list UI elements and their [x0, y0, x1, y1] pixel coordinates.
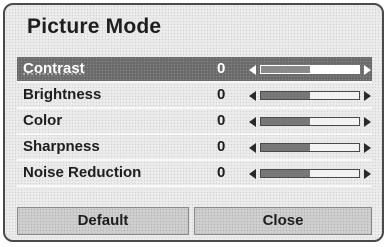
dialog-title: Picture Mode [27, 15, 162, 38]
arrow-right-icon[interactable] [364, 143, 371, 153]
button-bar: Default Close [17, 207, 372, 235]
setting-label: Contrast [23, 60, 85, 77]
arrow-right-icon[interactable] [364, 65, 371, 75]
arrow-left-icon[interactable] [249, 143, 256, 153]
level-slider[interactable] [260, 117, 360, 126]
arrow-left-icon[interactable] [249, 65, 256, 75]
setting-row-color[interactable]: Color 0 [17, 109, 372, 135]
level-slider[interactable] [260, 169, 360, 178]
setting-row-brightness[interactable]: Brightness 0 [17, 83, 372, 109]
level-fill [261, 118, 310, 125]
setting-row-sharpness[interactable]: Sharpness 0 [17, 135, 372, 161]
setting-value: 0 [217, 60, 226, 77]
level-fill [261, 66, 310, 73]
arrow-right-icon[interactable] [364, 117, 371, 127]
arrow-right-icon[interactable] [364, 91, 371, 101]
setting-label: Sharpness [23, 138, 100, 155]
level-fill [261, 92, 310, 99]
arrow-right-icon[interactable] [364, 169, 371, 179]
arrow-left-icon[interactable] [249, 91, 256, 101]
setting-row-contrast[interactable]: Contrast 0 [17, 57, 372, 83]
setting-label: Noise Reduction [23, 164, 142, 181]
default-button[interactable]: Default [17, 207, 189, 235]
setting-value: 0 [217, 112, 226, 129]
picture-mode-dialog: Picture Mode Contrast 0 Brightness 0 Col… [3, 3, 384, 242]
arrow-left-icon[interactable] [249, 117, 256, 127]
level-slider[interactable] [260, 91, 360, 100]
setting-value: 0 [217, 164, 226, 181]
level-slider[interactable] [260, 65, 360, 74]
setting-label: Color [23, 112, 63, 129]
arrow-left-icon[interactable] [249, 169, 256, 179]
level-slider[interactable] [260, 143, 360, 152]
close-button[interactable]: Close [194, 207, 372, 235]
setting-label: Brightness [23, 86, 102, 103]
setting-value: 0 [217, 86, 226, 103]
setting-value: 0 [217, 138, 226, 155]
setting-row-noise-reduction[interactable]: Noise Reduction 0 [17, 161, 372, 187]
level-fill [261, 170, 310, 177]
level-fill [261, 144, 310, 151]
settings-list: Contrast 0 Brightness 0 Color 0 Sharpnes… [17, 57, 372, 187]
